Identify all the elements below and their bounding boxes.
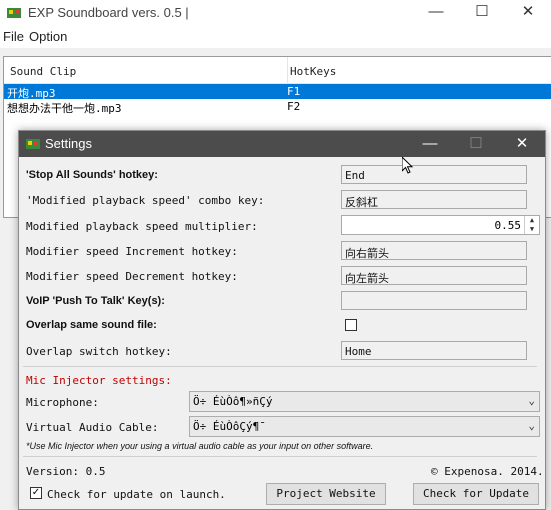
close-button[interactable]: ✕ bbox=[505, 0, 551, 26]
column-sound-clip[interactable]: Sound Clip bbox=[10, 65, 76, 78]
column-hotkeys[interactable]: HotKeys bbox=[290, 65, 336, 78]
voip-ptt-label: VoIP 'Push To Talk' Key(s): bbox=[26, 295, 165, 307]
speed-multiplier-stepper[interactable]: 0.55 ▲ ▼ bbox=[341, 215, 540, 235]
app-icon bbox=[7, 8, 21, 18]
settings-titlebar[interactable]: Settings — ☐ ✕ bbox=[19, 131, 545, 157]
speed-decrement-hotkey-field[interactable]: 向左箭头 bbox=[341, 266, 527, 285]
divider bbox=[23, 456, 537, 457]
overlap-same-checkbox[interactable] bbox=[345, 319, 357, 331]
maximize-button[interactable]: ☐ bbox=[459, 0, 505, 26]
microphone-select[interactable]: Ö÷ ÉùÒô¶»ñÇý ⌄ bbox=[189, 391, 540, 412]
version-label: Version: 0.5 bbox=[26, 465, 106, 478]
microphone-label: Microphone: bbox=[26, 396, 99, 409]
mic-injector-section-title: Mic Injector settings: bbox=[26, 374, 172, 387]
stepper-buttons: ▲ ▼ bbox=[524, 216, 539, 234]
menu-option[interactable]: Option bbox=[29, 29, 67, 44]
chevron-down-icon: ⌄ bbox=[528, 394, 535, 407]
minimize-button[interactable]: — bbox=[413, 0, 459, 26]
sound-clip-name: 想想办法干他一炮.mp3 bbox=[7, 102, 122, 115]
mouse-cursor-icon bbox=[402, 157, 414, 174]
overlap-same-label: Overlap same sound file: bbox=[26, 319, 157, 331]
virtual-cable-label: Virtual Audio Cable: bbox=[26, 421, 159, 434]
overlap-switch-label: Overlap switch hotkey: bbox=[26, 345, 172, 358]
divider bbox=[23, 366, 537, 367]
virtual-cable-value: Ö÷ ÉùÒôÇý¶¯ bbox=[193, 420, 266, 433]
overlap-switch-hotkey-field[interactable]: Home bbox=[341, 341, 527, 360]
chevron-down-icon: ⌄ bbox=[528, 419, 535, 432]
window-title: EXP Soundboard vers. 0.5 | bbox=[28, 5, 189, 20]
sound-clip-hotkey: F2 bbox=[287, 100, 301, 113]
microphone-value: Ö÷ ÉùÒô¶»ñÇý bbox=[193, 395, 273, 408]
list-item[interactable]: 想想办法干他一炮.mp3 F2 bbox=[4, 99, 551, 115]
menu-bar: File Option bbox=[0, 26, 551, 48]
menu-file[interactable]: File bbox=[3, 29, 24, 44]
mic-injector-note: *Use Mic Injector when your using a virt… bbox=[26, 441, 374, 451]
speed-multiplier-value: 0.55 bbox=[494, 219, 522, 232]
maximize-button: ☐ bbox=[469, 135, 483, 152]
copyright-label: © Expenosa. 2014. bbox=[431, 465, 544, 478]
modified-combo-key-field[interactable]: 反斜杠 bbox=[341, 190, 527, 209]
speed-increment-label: Modifier speed Increment hotkey: bbox=[26, 245, 238, 258]
settings-title: Settings bbox=[45, 136, 92, 151]
project-website-button[interactable]: Project Website bbox=[266, 483, 386, 505]
sound-clip-hotkey: F1 bbox=[287, 85, 301, 98]
stepper-up-icon[interactable]: ▲ bbox=[525, 216, 539, 225]
column-divider[interactable] bbox=[287, 57, 288, 83]
check-update-launch-label[interactable]: Check for update on launch. bbox=[47, 488, 226, 501]
speed-decrement-label: Modifier speed Decrement hotkey: bbox=[26, 270, 238, 283]
list-header: Sound Clip HotKeys bbox=[4, 57, 551, 84]
stepper-down-icon[interactable]: ▼ bbox=[525, 225, 539, 234]
close-button[interactable]: ✕ bbox=[499, 131, 545, 157]
main-titlebar: EXP Soundboard vers. 0.5 | — ☐ ✕ bbox=[0, 0, 551, 26]
minimize-button[interactable]: — bbox=[407, 131, 453, 157]
app-icon bbox=[26, 139, 40, 149]
modified-combo-label: 'Modified playback speed' combo key: bbox=[26, 194, 265, 207]
speed-multiplier-label: Modified playback speed multiplier: bbox=[26, 220, 258, 233]
check-update-launch-checkbox[interactable]: ✓ bbox=[30, 487, 42, 499]
voip-ptt-key-field[interactable] bbox=[341, 291, 527, 310]
settings-dialog: Settings — ☐ ✕ 'Stop All Sounds' hotkey:… bbox=[18, 130, 546, 510]
list-item[interactable]: 开炮.mp3 F1 bbox=[4, 84, 551, 100]
stop-all-label: 'Stop All Sounds' hotkey: bbox=[26, 169, 158, 181]
virtual-cable-select[interactable]: Ö÷ ÉùÒôÇý¶¯ ⌄ bbox=[189, 416, 540, 437]
stop-all-hotkey-field[interactable]: End bbox=[341, 165, 527, 184]
speed-increment-hotkey-field[interactable]: 向右箭头 bbox=[341, 241, 527, 260]
check-update-button[interactable]: Check for Update bbox=[413, 483, 539, 505]
